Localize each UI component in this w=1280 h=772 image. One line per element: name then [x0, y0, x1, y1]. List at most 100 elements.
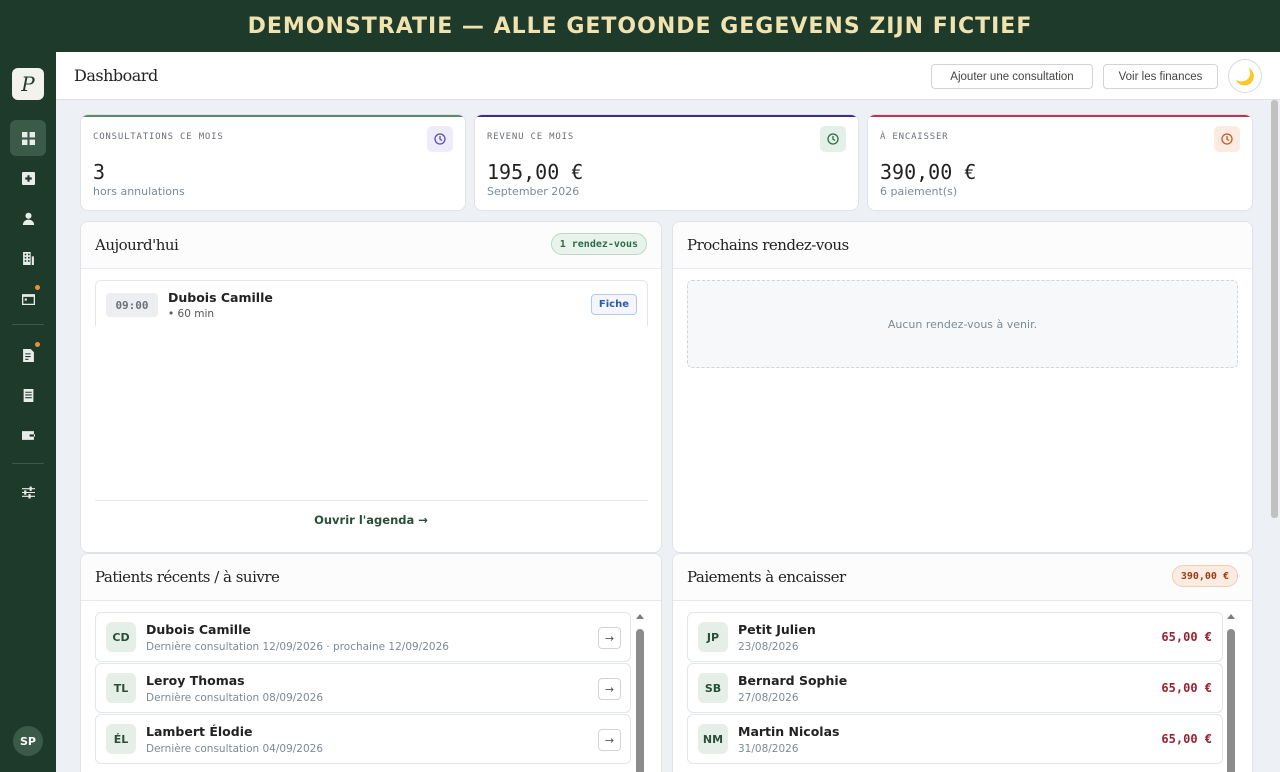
- scrollbar-thumb[interactable]: [636, 629, 644, 772]
- open-patient-button[interactable]: →: [598, 678, 621, 700]
- appointment-item[interactable]: 09:00 Dubois Camille • 60 min Fiche: [95, 280, 648, 326]
- list-scrollbar[interactable]: [1226, 612, 1236, 772]
- upcoming-panel: Prochains rendez-vous Aucun rendez-vous …: [672, 221, 1253, 553]
- nav-invoices[interactable]: [10, 377, 46, 413]
- today-panel: Aujourd'hui 1 rendez-vous 09:00 Dubois C…: [80, 221, 662, 553]
- nav-agenda[interactable]: [10, 280, 46, 316]
- list-scrollbar[interactable]: [635, 612, 645, 772]
- stat-subtitle: September 2026: [487, 185, 580, 198]
- clock-icon: [1214, 126, 1240, 152]
- payment-date: 23/08/2026: [738, 641, 799, 653]
- payments-title: Paiements à encaisser: [687, 568, 846, 586]
- payer-name: Bernard Sophie: [738, 673, 848, 688]
- scrollbar-thumb[interactable]: [1227, 629, 1235, 772]
- demo-banner-text: DEMONSTRATIE — ALLE GETOONDE GEGEVENS ZI…: [247, 13, 1033, 39]
- nav-notes[interactable]: [10, 337, 46, 373]
- stat-accent: [81, 115, 465, 117]
- patient-row[interactable]: TL Leroy Thomas Dernière consultation 08…: [95, 663, 631, 713]
- payment-amount: 65,00 €: [1161, 630, 1212, 644]
- patient-avatar: ÉL: [106, 724, 136, 754]
- payment-row[interactable]: SB Bernard Sophie 27/08/2026 65,00 €: [687, 663, 1223, 713]
- wallet-icon: [21, 430, 35, 440]
- scroll-up-arrow-icon[interactable]: [636, 614, 644, 619]
- calendar-icon: [21, 293, 35, 305]
- stat-value: 390,00 €: [880, 160, 977, 184]
- stat-subtitle: hors annulations: [93, 185, 185, 198]
- plus-square-icon: [21, 171, 35, 185]
- payment-date: 27/08/2026: [738, 692, 799, 704]
- panel-header: Patients récents / à suivre: [81, 554, 661, 601]
- patient-file-button[interactable]: Fiche: [590, 294, 637, 315]
- sliders-icon: [21, 486, 35, 498]
- theme-toggle-button[interactable]: 🌙: [1228, 59, 1262, 93]
- payer-name: Martin Nicolas: [738, 724, 840, 739]
- stat-accent: [868, 115, 1252, 117]
- patient-row[interactable]: ÉL Lambert Élodie Dernière consultation …: [95, 714, 631, 764]
- grid-icon: [21, 131, 35, 145]
- recent-patients-panel: Patients récents / à suivre CD Dubois Ca…: [80, 553, 662, 772]
- stat-subtitle: 6 paiement(s): [880, 185, 958, 198]
- open-agenda-link[interactable]: Ouvrir l'agenda →: [81, 513, 661, 527]
- stat-card-revenue: REVENU CE MOIS 195,00 € September 2026: [474, 114, 859, 211]
- clock-icon: [820, 126, 846, 152]
- payments-total-badge: 390,00 €: [1171, 565, 1238, 587]
- panel-header: Aujourd'hui 1 rendez-vous: [81, 222, 661, 269]
- app-logo[interactable]: P: [12, 68, 44, 100]
- stat-label: À ENCAISSER: [880, 132, 949, 142]
- page-title: Dashboard: [74, 66, 158, 85]
- patient-row[interactable]: CD Dubois Camille Dernière consultation …: [95, 612, 631, 662]
- user-avatar[interactable]: SP: [13, 726, 43, 756]
- nav-divider: [12, 324, 44, 325]
- empty-state-text: Aucun rendez-vous à venir.: [887, 317, 1038, 331]
- page-scrollbar-thumb[interactable]: [1271, 100, 1278, 518]
- nav-patients[interactable]: [10, 200, 46, 236]
- patient-avatar: TL: [106, 673, 136, 703]
- patient-last-visit: Dernière consultation 08/09/2026: [146, 692, 324, 704]
- stat-label: CONSULTATIONS CE MOIS: [93, 132, 224, 142]
- stat-label: REVENU CE MOIS: [487, 132, 575, 142]
- logo-letter: P: [21, 72, 35, 96]
- notification-dot: [35, 285, 40, 290]
- nav-practice[interactable]: [10, 240, 46, 276]
- divider: [95, 500, 648, 501]
- stat-value: 3: [93, 160, 106, 184]
- patient-name: Dubois Camille: [146, 622, 251, 637]
- nav-dashboard[interactable]: [10, 120, 46, 156]
- stat-card-outstanding: À ENCAISSER 390,00 € 6 paiement(s): [867, 114, 1253, 211]
- nav-add-consultation[interactable]: [10, 160, 46, 196]
- patient-avatar: JP: [698, 622, 728, 652]
- empty-state: Aucun rendez-vous à venir.: [687, 280, 1238, 368]
- upcoming-title: Prochains rendez-vous: [687, 236, 849, 254]
- topbar: Dashboard Ajouter une consultation Voir …: [56, 52, 1280, 100]
- notification-dot: [35, 342, 40, 347]
- stat-card-consultations: CONSULTATIONS CE MOIS 3 hors annulations: [80, 114, 466, 211]
- stat-accent: [475, 115, 858, 117]
- nav-settings[interactable]: [10, 474, 46, 510]
- nav-divider: [12, 463, 44, 464]
- panel-header: Paiements à encaisser 390,00 €: [673, 554, 1252, 601]
- patient-avatar: NM: [698, 724, 728, 754]
- scroll-up-arrow-icon[interactable]: [1227, 614, 1235, 619]
- demo-banner: DEMONSTRATIE — ALLE GETOONDE GEGEVENS ZI…: [0, 0, 1280, 52]
- open-patient-button[interactable]: →: [598, 627, 621, 649]
- person-icon: [22, 212, 34, 225]
- nav-finances[interactable]: [10, 417, 46, 453]
- patient-name: Lambert Élodie: [146, 724, 253, 739]
- payment-amount: 65,00 €: [1161, 732, 1212, 746]
- open-patient-button[interactable]: →: [598, 729, 621, 751]
- patient-avatar: CD: [106, 622, 136, 652]
- clock-icon: [427, 126, 453, 152]
- view-finances-button[interactable]: Voir les finances: [1103, 64, 1218, 89]
- add-consultation-button[interactable]: Ajouter une consultation: [931, 64, 1093, 89]
- payment-date: 31/08/2026: [738, 743, 799, 755]
- patient-name: Leroy Thomas: [146, 673, 245, 688]
- appointments-count-badge: 1 rendez-vous: [550, 233, 647, 255]
- document-edit-icon: [22, 348, 34, 362]
- payment-row[interactable]: NM Martin Nicolas 31/08/2026 65,00 €: [687, 714, 1223, 764]
- patient-last-visit: Dernière consultation 04/09/2026: [146, 743, 324, 755]
- appointment-duration: • 60 min: [168, 308, 215, 320]
- payer-name: Petit Julien: [738, 622, 816, 637]
- today-title: Aujourd'hui: [95, 236, 179, 254]
- patient-last-visit: Dernière consultation 12/09/2026 · proch…: [146, 641, 449, 653]
- payment-row[interactable]: JP Petit Julien 23/08/2026 65,00 €: [687, 612, 1223, 662]
